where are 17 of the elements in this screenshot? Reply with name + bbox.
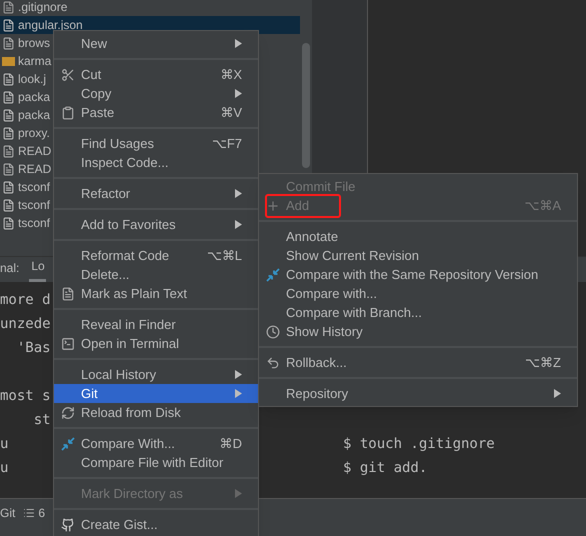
terminal-line: st: [32, 412, 51, 428]
terminal-command: $ touch .gitignore: [343, 434, 495, 454]
terminal-line: 'Bas: [16, 340, 51, 356]
shortcut-label: ⌥⌘L: [206, 246, 242, 265]
terminal-line: more d: [0, 292, 51, 308]
terminal-line: u: [0, 460, 8, 476]
shortcut-label: ⌘D: [220, 434, 242, 453]
terminal-line: most s: [0, 388, 51, 404]
terminal-command: $ git add.: [343, 458, 428, 478]
shortcut-label: ⌥F7: [212, 134, 242, 153]
shortcut-label: ⌘V: [220, 104, 242, 122]
terminal-line: unzede: [0, 316, 51, 332]
terminal-line: u: [0, 436, 8, 452]
shortcut-label: ⌘X: [220, 66, 242, 84]
terminal-label: nal:: [0, 260, 20, 277]
shortcut-label: ⌥⌘A: [524, 196, 561, 215]
shortcut-label: ⌥⌘Z: [525, 354, 561, 372]
